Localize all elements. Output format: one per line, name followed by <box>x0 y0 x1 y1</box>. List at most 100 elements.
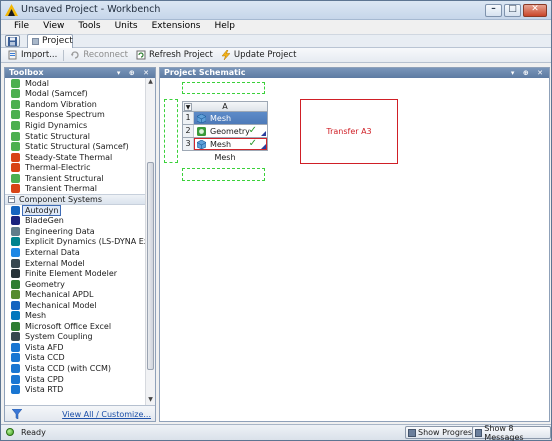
panel-controls[interactable]: ▾ ⊕ ✕ <box>117 68 152 78</box>
autodyn-icon <box>11 205 20 215</box>
explicit-dynamics-icon <box>11 237 20 247</box>
drop-zone-bottom[interactable] <box>182 168 265 181</box>
toolbar: Import... Reconnect Refresh Project Upda… <box>1 48 551 63</box>
tab-project[interactable]: Project <box>27 34 73 48</box>
show-progress-label: Show Progress <box>418 428 477 437</box>
system-name[interactable]: Mesh <box>182 153 268 162</box>
system-row-1[interactable]: 1 Mesh <box>182 112 268 125</box>
progress-icon <box>408 428 416 437</box>
transfer-drop-target[interactable]: Transfer A3 <box>300 99 398 164</box>
tab-row: Project <box>1 34 551 48</box>
mesh-icon <box>197 113 206 123</box>
project-schematic-panel: Project Schematic ▾ ⊕ ✕ A ▼ 1 Mesh 2 Geo… <box>159 67 550 422</box>
lightning-icon <box>221 50 231 60</box>
excel-icon <box>11 321 20 331</box>
toolbox-item-vista-afd[interactable]: Vista AFD <box>5 342 147 353</box>
minimize-button[interactable]: – <box>485 4 502 17</box>
toolbox-item-vista-cpd[interactable]: Vista CPD <box>5 374 147 385</box>
toolbox-item-vista-ccd[interactable]: Vista CCD <box>5 353 147 364</box>
toolbox-item-autodyn[interactable]: Autodyn <box>5 204 147 216</box>
close-button[interactable]: ✕ <box>523 4 547 17</box>
toolbox-item-modal-samcef[interactable]: Modal (Samcef) <box>5 89 147 100</box>
mesh-system[interactable]: A ▼ 1 Mesh 2 Geometry ✓ 3 Mesh ✓ Mesh <box>182 101 268 162</box>
toolbox-scrollbar[interactable]: ▲ ▼ <box>145 78 155 405</box>
show-progress-button[interactable]: Show Progress <box>405 426 481 439</box>
refresh-project-button[interactable]: Refresh Project <box>132 48 217 62</box>
menu-tools[interactable]: Tools <box>71 20 107 34</box>
tab-project-label: Project <box>42 36 73 46</box>
toolbox-item-steady-state-thermal[interactable]: Steady-State Thermal <box>5 152 147 163</box>
menu-help[interactable]: Help <box>207 20 242 34</box>
row-cell: Geometry ✓ <box>194 125 267 137</box>
filter-icon[interactable] <box>12 409 22 419</box>
external-data-icon <box>11 247 20 257</box>
import-button[interactable]: Import... <box>4 48 61 62</box>
scroll-down-icon[interactable]: ▼ <box>146 396 155 405</box>
toolbox-item-system-coupling[interactable]: System Coupling <box>5 332 147 343</box>
row-cell: Mesh ✓ <box>194 138 267 150</box>
component-systems-group[interactable]: − Component Systems <box>5 194 147 206</box>
menu-extensions[interactable]: Extensions <box>145 20 208 34</box>
menu-file[interactable]: File <box>7 20 36 34</box>
toolbox-item-transient-structural[interactable]: Transient Structural <box>5 173 147 184</box>
toolbox-item-microsoft-office-excel[interactable]: Microsoft Office Excel <box>5 321 147 332</box>
toolbox-item-static-structural[interactable]: Static Structural <box>5 131 147 142</box>
toolbox-item-vista-rtd[interactable]: Vista RTD <box>5 384 147 395</box>
system-column-letter: A <box>222 102 228 111</box>
view-all-customize-link[interactable]: View All / Customize... <box>62 410 151 419</box>
system-menu-icon[interactable]: ▼ <box>184 103 192 111</box>
toolbox-item-rigid-dynamics[interactable]: Rigid Dynamics <box>5 120 147 131</box>
toolbox-item-mechanical-model[interactable]: Mechanical Model <box>5 300 147 311</box>
toolbox-item-engineering-data[interactable]: Engineering Data <box>5 226 147 237</box>
save-icon <box>8 37 17 46</box>
row-label: Mesh <box>210 113 232 123</box>
static-structural-samcef-icon <box>11 142 20 152</box>
menu-view[interactable]: View <box>36 20 71 34</box>
system-row-3[interactable]: 3 Mesh ✓ <box>182 138 268 151</box>
save-button[interactable] <box>5 35 20 47</box>
external-model-icon <box>11 258 20 268</box>
toolbox-item-random-vibration[interactable]: Random Vibration <box>5 99 147 110</box>
drop-zone-left[interactable] <box>164 99 178 163</box>
maximize-button[interactable]: □ <box>504 4 521 17</box>
toolbox-item-modal[interactable]: Modal <box>5 78 147 89</box>
menu-units[interactable]: Units <box>108 20 145 34</box>
toolbar-separator <box>63 49 65 61</box>
toolbox-item-explicit-dynamics[interactable]: Explicit Dynamics (LS-DYNA Export) <box>5 237 147 248</box>
modal-samcef-icon <box>11 89 20 99</box>
schematic-header: Project Schematic ▾ ⊕ ✕ <box>160 68 549 78</box>
transient-thermal-icon <box>11 184 20 194</box>
toolbox-item-external-model[interactable]: External Model <box>5 258 147 269</box>
update-project-button[interactable]: Update Project <box>217 48 301 62</box>
drop-zone-top[interactable] <box>182 82 265 94</box>
toolbox-item-vista-ccd-ccm[interactable]: Vista CCD (with CCM) <box>5 363 147 374</box>
toolbox-item-finite-element-modeler[interactable]: Finite Element Modeler <box>5 268 147 279</box>
random-vibration-icon <box>11 99 20 109</box>
window-title: Unsaved Project - Workbench <box>21 4 161 15</box>
toolbox-item-geometry[interactable]: Geometry <box>5 279 147 290</box>
transient-structural-icon <box>11 173 20 183</box>
transfer-label: Transfer A3 <box>326 127 372 136</box>
toolbox-item-mechanical-apdl[interactable]: Mechanical APDL <box>5 289 147 300</box>
toolbox-item-external-data[interactable]: External Data <box>5 247 147 258</box>
toolbox-footer: View All / Customize... <box>5 405 155 421</box>
collapse-icon[interactable]: − <box>8 196 15 204</box>
toolbox-item-response-spectrum[interactable]: Response Spectrum <box>5 110 147 121</box>
status-bar: Ready Show Progress Show 8 Messages <box>1 424 551 441</box>
scroll-thumb[interactable] <box>147 162 154 370</box>
panel-controls[interactable]: ▾ ⊕ ✕ <box>511 68 546 78</box>
toolbox-item-thermal-electric[interactable]: Thermal-Electric <box>5 162 147 173</box>
scroll-up-icon[interactable]: ▲ <box>146 78 155 87</box>
system-row-2[interactable]: 2 Geometry ✓ <box>182 125 268 138</box>
reconnect-button[interactable]: Reconnect <box>66 48 132 62</box>
thermal-electric-icon <box>11 163 20 173</box>
show-messages-button[interactable]: Show 8 Messages <box>472 424 551 441</box>
geometry-icon <box>11 279 20 289</box>
toolbox-item-bladegen[interactable]: BladeGen <box>5 216 147 227</box>
toolbox-item-transient-thermal[interactable]: Transient Thermal <box>5 183 147 194</box>
toolbox-item-static-structural-samcef[interactable]: Static Structural (Samcef) <box>5 141 147 152</box>
toolbox-item-mesh[interactable]: Mesh <box>5 310 147 321</box>
reconnect-icon <box>71 51 79 59</box>
row-number: 1 <box>183 112 194 124</box>
rigid-dynamics-icon <box>11 120 20 130</box>
